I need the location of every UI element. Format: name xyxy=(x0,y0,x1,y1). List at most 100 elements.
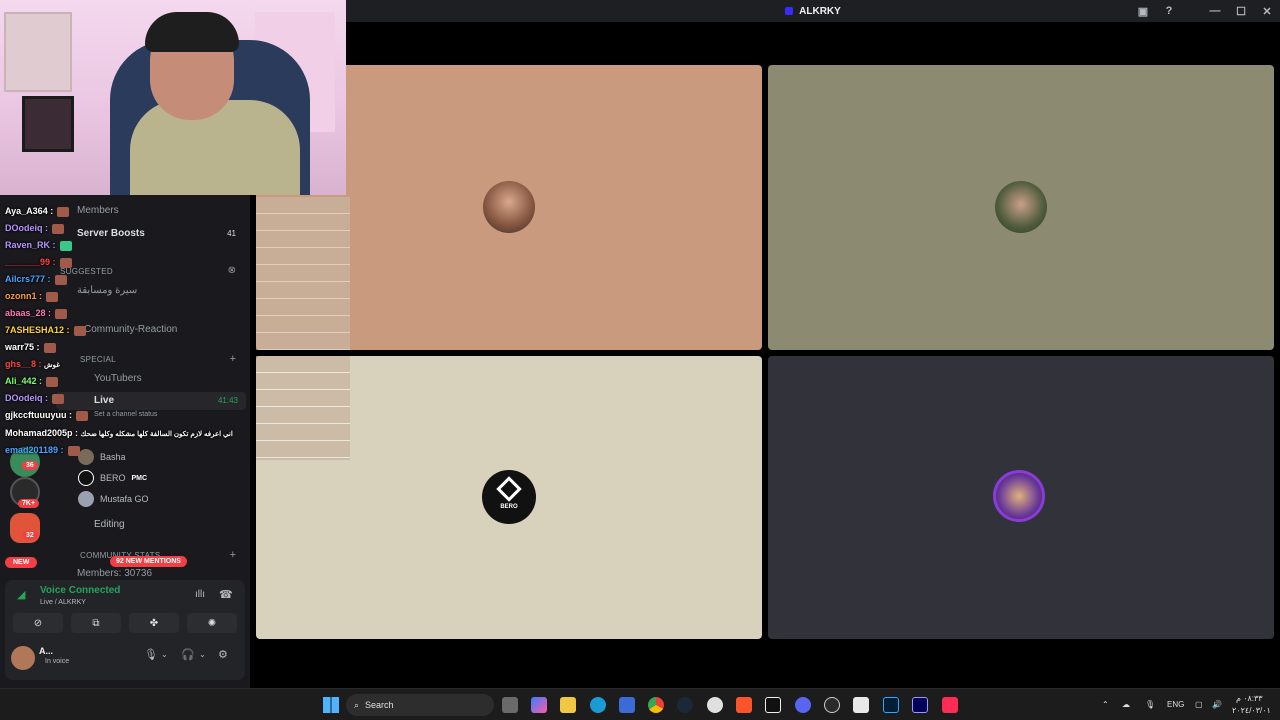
wall-frame xyxy=(22,96,74,152)
obs-icon[interactable] xyxy=(707,697,723,713)
chatgpt-icon[interactable] xyxy=(824,697,840,713)
window-title: ALKRKY xyxy=(799,5,841,17)
new-unreads-pill[interactable]: NEW xyxy=(5,557,38,568)
disconnect-icon[interactable]: ☎ xyxy=(219,588,233,601)
channel-suggested-item[interactable]: سيرة ومسابقة xyxy=(77,285,137,296)
photoshop-icon[interactable] xyxy=(883,697,899,713)
premiere-icon[interactable] xyxy=(912,697,928,713)
chat-user: abaas_28 : xyxy=(5,308,52,318)
category-suggested[interactable]: Suggested xyxy=(60,267,113,276)
maximize-button[interactable]: ☐ xyxy=(1228,5,1254,18)
microphone-icon[interactable]: 🎙 xyxy=(144,648,158,661)
chevron-down-icon[interactable]: ⌄ xyxy=(199,650,206,659)
add-channel-icon[interactable]: + xyxy=(230,353,236,365)
camera-off-button[interactable]: ⊘ xyxy=(13,613,63,633)
capcut-icon[interactable] xyxy=(765,697,781,713)
tiktok-icon[interactable] xyxy=(942,697,958,713)
language-indicator[interactable]: ENG xyxy=(1167,700,1184,709)
channel-members-stat[interactable]: Members: 30736 xyxy=(77,568,152,579)
voice-channel-editing[interactable]: Editing xyxy=(94,519,125,530)
minimize-button[interactable]: — xyxy=(1202,5,1228,17)
streamer-headband xyxy=(145,12,239,52)
window-titlebar: ALKRKY ▣ ? — ☐ ✕ xyxy=(346,0,1280,22)
voice-member[interactable]: BERO PMC xyxy=(78,470,147,486)
discord-icon[interactable] xyxy=(795,697,811,713)
video-tile-4[interactable] xyxy=(768,356,1274,639)
voice-channel-path[interactable]: Live / ALKRKY xyxy=(40,599,86,606)
task-view-icon[interactable] xyxy=(502,697,518,713)
edge-icon[interactable] xyxy=(590,697,606,713)
emote-icon xyxy=(54,274,67,285)
channel-members[interactable]: Members xyxy=(77,205,119,216)
new-mentions-pill[interactable]: 92 NEW MENTIONS xyxy=(110,556,187,567)
discord-sidebar: 36 7K+ 32 Members Server Boosts 41 Sugge… xyxy=(0,195,250,688)
boost-count: 41 xyxy=(227,229,236,238)
overlay-blocks xyxy=(256,356,350,460)
screen-share-icon[interactable]: ▣ xyxy=(1130,5,1156,18)
file-explorer-icon[interactable] xyxy=(560,697,576,713)
user-status: In voice xyxy=(45,658,70,665)
chrome-icon[interactable] xyxy=(648,697,664,713)
chat-message: اني اعرفه لازم تكون السالفة كلها مشكله و… xyxy=(80,431,233,438)
brave-icon[interactable] xyxy=(736,697,752,713)
steam-icon[interactable] xyxy=(677,697,693,713)
chat-user: Aya_A364 : xyxy=(5,206,54,216)
voice-channel-live[interactable]: Live xyxy=(94,395,114,406)
chat-user: Mohamad2005p : xyxy=(5,428,79,438)
screen: ALKRKY ▣ ? — ☐ ✕ BERO 36 7K+ 32 Members … xyxy=(0,0,1280,720)
user-name[interactable]: A... xyxy=(39,646,53,656)
soundboard-button[interactable]: ✺ xyxy=(187,613,237,633)
category-special[interactable]: SPECIAL xyxy=(80,355,116,364)
voice-status[interactable]: Voice Connected xyxy=(40,585,120,596)
store-icon[interactable] xyxy=(619,697,635,713)
emote-icon xyxy=(46,291,58,302)
chat-line: abaas_28 : xyxy=(5,308,68,319)
windows-start-icon[interactable] xyxy=(323,697,339,713)
help-icon[interactable]: ? xyxy=(1156,5,1182,17)
clock-date[interactable]: ٢٠٢٤/٠٣/٠١ xyxy=(1232,706,1271,715)
tray-chevron-icon[interactable]: ⌃ xyxy=(1102,700,1109,709)
avatar xyxy=(78,491,94,507)
channel-server-boosts[interactable]: Server Boosts xyxy=(77,228,145,239)
voice-member[interactable]: Basha xyxy=(78,449,126,465)
chat-line: DOodeiq : xyxy=(5,223,64,234)
noise-suppression-icon[interactable]: ıllı xyxy=(195,589,205,600)
mic-tray-icon[interactable]: 🎙 xyxy=(1145,700,1155,709)
streamer-body xyxy=(130,100,300,195)
chat-user: ghs__8 : xyxy=(5,359,42,369)
activities-button[interactable]: ✤ xyxy=(129,613,179,633)
volume-icon[interactable]: 🔊 xyxy=(1212,700,1222,709)
member-name: Basha xyxy=(100,452,126,462)
copilot-icon[interactable] xyxy=(531,697,547,713)
snipping-tool-icon[interactable] xyxy=(853,697,869,713)
chat-line: 7ASHESHA12 : xyxy=(5,325,86,336)
window-controls: ▣ ? — ☐ ✕ xyxy=(1130,0,1280,22)
gear-icon[interactable]: ⚙ xyxy=(218,648,228,661)
emote-icon xyxy=(67,445,80,456)
network-icon[interactable]: ▢ xyxy=(1195,700,1203,709)
voice-channel-youtubers[interactable]: YouTubers xyxy=(94,373,142,384)
chevron-down-icon[interactable]: ⌄ xyxy=(161,650,168,659)
close-button[interactable]: ✕ xyxy=(1254,5,1280,18)
avatar xyxy=(78,449,94,465)
headphones-icon[interactable]: 🎧 xyxy=(181,648,195,661)
clock-time[interactable]: ٠٨:٣٣ م xyxy=(1236,694,1263,703)
cloud-icon[interactable]: ☁ xyxy=(1122,700,1130,709)
voice-member[interactable]: Mustafa GO xyxy=(78,491,149,507)
member-tag: PMC xyxy=(131,474,148,482)
emote-icon xyxy=(73,325,86,336)
channel-status-hint[interactable]: Set a channel status xyxy=(94,411,157,418)
screen-share-button[interactable]: ⧉ xyxy=(71,613,121,633)
chat-user: ozonn1 : xyxy=(5,291,42,301)
video-tile-2[interactable] xyxy=(768,65,1274,350)
chat-user: Raven_RK : xyxy=(5,240,56,250)
add-channel-icon[interactable]: + xyxy=(230,549,236,561)
chat-user: warr75 : xyxy=(5,342,40,352)
chat-user: 7ASHESHA12 : xyxy=(5,325,70,335)
close-icon[interactable]: ⊗ xyxy=(228,265,236,276)
diamond-icon xyxy=(496,476,522,502)
channel-community-reaction[interactable]: Community-Reaction xyxy=(84,324,177,335)
taskbar-search[interactable]: ⌕ Search xyxy=(346,694,494,716)
user-avatar[interactable] xyxy=(11,646,35,670)
signal-icon: ◢ xyxy=(17,589,26,601)
